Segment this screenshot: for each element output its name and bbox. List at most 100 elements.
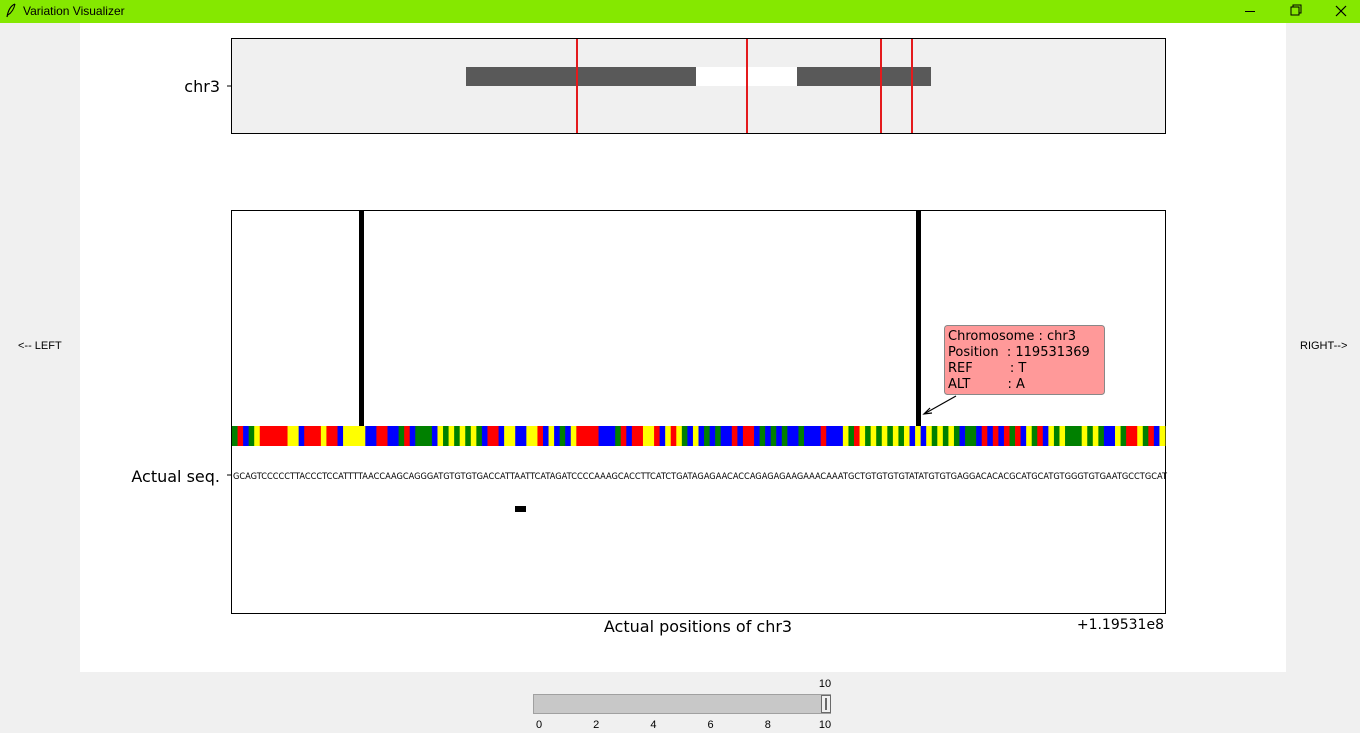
actual-sequence-text: GCAGTCCCCCTTACCCTCCATTTTAACCAAGCAGGGATGT… — [233, 472, 1168, 482]
base-block-G — [1098, 426, 1105, 446]
base-block-T — [892, 426, 899, 446]
base-block-T — [348, 426, 355, 446]
base-block-G — [232, 426, 238, 446]
base-block-G — [865, 426, 872, 446]
base-block-A — [598, 426, 605, 446]
base-block-T — [459, 426, 466, 446]
base-block-A — [565, 426, 572, 446]
main-axes — [231, 210, 1166, 614]
base-block-C — [265, 426, 272, 446]
base-block-C — [1126, 426, 1133, 446]
base-block-T — [1059, 426, 1066, 446]
cursor-marker — [515, 506, 526, 512]
base-block-T — [648, 426, 655, 446]
restore-button[interactable] — [1273, 0, 1319, 23]
base-block-T — [287, 426, 294, 446]
base-block-T — [948, 426, 955, 446]
overview-bar — [466, 67, 696, 86]
base-block-G — [887, 426, 894, 446]
base-block-G — [465, 426, 472, 446]
slider-trough[interactable] — [533, 694, 831, 714]
base-block-C — [487, 426, 494, 446]
base-block-A — [792, 426, 799, 446]
close-button[interactable] — [1318, 0, 1360, 23]
base-block-C — [854, 426, 860, 446]
base-block-A — [409, 426, 416, 446]
base-block-T — [926, 426, 933, 446]
base-block-C — [592, 426, 599, 446]
base-block-A — [554, 426, 561, 446]
slider-handle[interactable] — [821, 695, 831, 713]
base-block-A — [659, 426, 666, 446]
base-block-C — [326, 426, 333, 446]
main-xlabel: Actual positions of chr3 — [604, 617, 792, 636]
window-title: Variation Visualizer — [23, 4, 125, 18]
base-block-G — [615, 426, 622, 446]
base-block-C — [315, 426, 322, 446]
base-block-C — [309, 426, 316, 446]
zoom-slider: 10 0 2 4 6 8 10 — [520, 676, 850, 733]
base-block-A — [815, 426, 822, 446]
base-block-G — [1142, 426, 1149, 446]
variant-bar — [916, 211, 921, 426]
base-block-C — [281, 426, 288, 446]
minimize-button[interactable] — [1227, 0, 1273, 23]
base-block-A — [370, 426, 377, 446]
base-block-T — [470, 426, 477, 446]
base-block-G — [1076, 426, 1083, 446]
base-block-G — [1070, 426, 1077, 446]
slider-tick-label: 10 — [818, 719, 832, 731]
base-block-A — [515, 426, 522, 446]
base-block-A — [698, 426, 705, 446]
base-block-A — [804, 426, 810, 446]
right-button[interactable]: RIGHT--> — [1300, 340, 1347, 352]
tooltip-line: Chromosome : chr3 — [948, 329, 1076, 344]
base-block-A — [365, 426, 372, 446]
base-block-G — [876, 426, 883, 446]
base-block-C — [493, 426, 499, 446]
base-block-A — [909, 426, 916, 446]
base-block-G — [1087, 426, 1094, 446]
base-block-T — [881, 426, 888, 446]
base-block-G — [681, 426, 688, 446]
minimize-icon — [1245, 11, 1255, 12]
base-block-G — [248, 426, 255, 446]
variation-plot: chr3 Actual seq. GCAGTCCCCCTTACCCTCCATTT… — [131, 38, 1168, 636]
base-block-C — [304, 426, 311, 446]
sequence-color-track — [232, 426, 1166, 446]
base-block-A — [387, 426, 394, 446]
base-block-T — [937, 426, 944, 446]
base-block-T — [320, 426, 327, 446]
base-block-T — [1026, 426, 1033, 446]
base-block-A — [765, 426, 772, 446]
base-block-G — [848, 426, 855, 446]
close-icon — [1335, 5, 1347, 17]
base-block-C — [820, 426, 827, 446]
base-block-A — [498, 426, 505, 446]
base-block-G — [559, 426, 566, 446]
base-block-C — [620, 426, 627, 446]
base-block-G — [1009, 426, 1016, 446]
base-block-C — [1003, 426, 1010, 446]
base-block-G — [942, 426, 949, 446]
slider-value: 10 — [818, 678, 832, 690]
base-block-C — [742, 426, 749, 446]
base-block-C — [270, 426, 277, 446]
left-button[interactable]: <-- LEFT — [18, 340, 62, 352]
base-block-G — [781, 426, 788, 446]
base-block-T — [504, 426, 511, 446]
base-block-T — [1137, 426, 1144, 446]
base-block-T — [1092, 426, 1099, 446]
base-block-A — [543, 426, 549, 446]
base-block-C — [381, 426, 388, 446]
base-block-A — [687, 426, 694, 446]
base-block-A — [431, 426, 438, 446]
base-block-A — [1020, 426, 1027, 446]
base-block-A — [1042, 426, 1049, 446]
base-block-T — [1159, 426, 1166, 446]
base-block-G — [443, 426, 449, 446]
base-block-G — [476, 426, 483, 446]
base-block-A — [959, 426, 966, 446]
base-block-A — [720, 426, 727, 446]
base-block-G — [426, 426, 433, 446]
